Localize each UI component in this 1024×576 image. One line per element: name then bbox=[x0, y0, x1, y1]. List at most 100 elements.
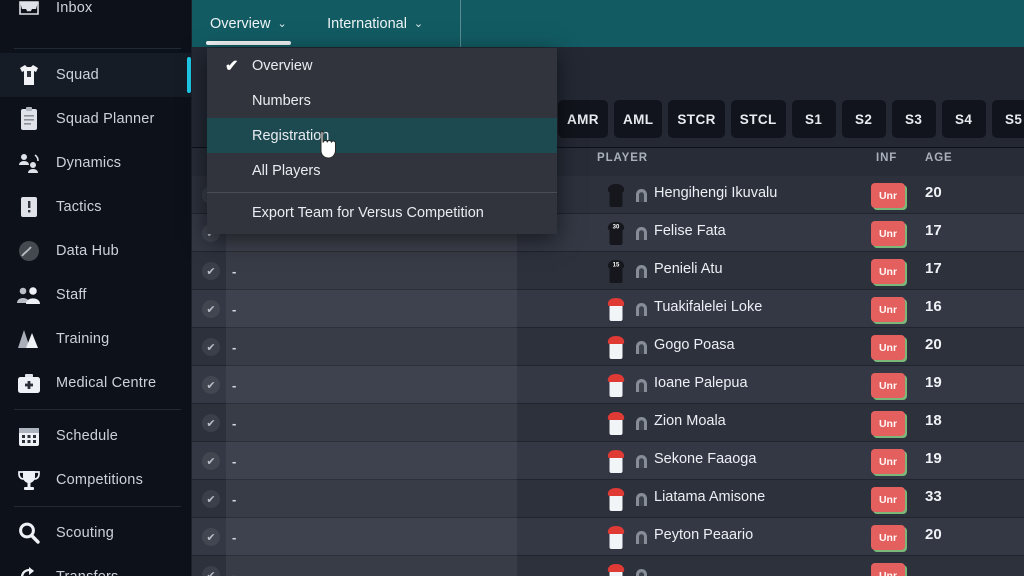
sidebar-item-scouting[interactable]: Scouting bbox=[0, 511, 191, 555]
player-name[interactable]: Liatama Amisone bbox=[654, 489, 765, 505]
column-header-inf[interactable]: INF bbox=[876, 152, 897, 164]
player-name[interactable]: Felise Fata bbox=[654, 223, 726, 239]
menu-item-label: All Players bbox=[252, 162, 321, 179]
sidebar-item-label: Dynamics bbox=[56, 155, 122, 171]
status-badge[interactable]: Unr bbox=[871, 183, 907, 210]
tab-international[interactable]: International ⌄ bbox=[309, 0, 441, 47]
position-chip-stcl[interactable]: STCL bbox=[730, 100, 786, 138]
status-badge[interactable]: Unr bbox=[871, 563, 907, 576]
column-header-age[interactable]: AGE bbox=[925, 152, 953, 164]
player-shirt-icon: 30 bbox=[604, 221, 628, 246]
menu-item-registration[interactable]: Registration bbox=[207, 118, 557, 153]
sidebar-item-squad[interactable]: Squad bbox=[0, 53, 191, 97]
row-select-check-icon[interactable]: ✔ bbox=[202, 376, 220, 394]
status-badge-label: Unr bbox=[871, 335, 905, 360]
table-row[interactable]: ✔ - Peyton Peaario Unr 20 bbox=[192, 518, 1024, 556]
sidebar-item-label: Schedule bbox=[56, 428, 119, 444]
position-chip-s4[interactable]: S4 bbox=[941, 100, 986, 138]
status-badge[interactable]: Unr bbox=[871, 487, 907, 514]
player-shirt-icon bbox=[604, 563, 628, 576]
position-chip-s1[interactable]: S1 bbox=[791, 100, 836, 138]
table-row[interactable]: ✔ - Liatama Amisone Unr 33 bbox=[192, 480, 1024, 518]
player-name[interactable]: Gogo Poasa bbox=[654, 337, 735, 353]
position-chip-aml[interactable]: AML bbox=[613, 100, 663, 138]
player-name[interactable]: Tuakifalelei Loke bbox=[654, 299, 762, 315]
column-header-player[interactable]: PLAYER bbox=[597, 152, 648, 164]
menu-item-export-team-for-versus-competition[interactable]: Export Team for Versus Competition bbox=[207, 195, 557, 230]
status-badge-label: Unr bbox=[871, 183, 905, 208]
row-select-check-icon[interactable]: ✔ bbox=[202, 490, 220, 508]
player-shirt-icon bbox=[604, 373, 628, 398]
sidebar-item-data-hub[interactable]: Data Hub bbox=[0, 229, 191, 273]
squad-table: ✔ Hengihengi Ikuvalu Unr 20 ✔ 30 Felise Fata Un… bbox=[192, 176, 1024, 576]
sidebar-item-transfers[interactable]: Transfers bbox=[0, 555, 191, 576]
table-row[interactable]: ✔ - Zion Moala Unr 18 bbox=[192, 404, 1024, 442]
status-badge[interactable]: Unr bbox=[871, 449, 907, 476]
nationality-flag-icon bbox=[634, 188, 649, 203]
check-icon: ✔ bbox=[225, 58, 239, 75]
table-row[interactable]: ✔ - 15 Penieli Atu Unr 17 bbox=[192, 252, 1024, 290]
sidebar-item-schedule[interactable]: Schedule bbox=[0, 414, 191, 458]
player-shirt-icon bbox=[604, 335, 628, 360]
status-badge[interactable]: Unr bbox=[871, 373, 907, 400]
player-name[interactable]: Penieli Atu bbox=[654, 261, 723, 277]
row-select-check-icon[interactable]: ✔ bbox=[202, 262, 220, 280]
row-position-dash: - bbox=[232, 492, 237, 507]
clipboard-icon bbox=[14, 106, 44, 132]
sidebar-item-tactics[interactable]: Tactics bbox=[0, 185, 191, 229]
tab-overview[interactable]: Overview ⌄ bbox=[192, 0, 305, 47]
row-position-dash: - bbox=[232, 264, 237, 279]
table-row[interactable]: ✔ - Tuakifalelei Loke Unr 16 bbox=[192, 290, 1024, 328]
player-name[interactable]: Ioane Palepua bbox=[654, 375, 748, 391]
sidebar-item-competitions[interactable]: Competitions bbox=[0, 458, 191, 502]
status-badge-label: Unr bbox=[871, 373, 905, 398]
table-row[interactable]: ✔ - Ioane Palepua Unr 19 bbox=[192, 366, 1024, 404]
player-name[interactable]: Zion Moala bbox=[654, 413, 726, 429]
status-badge[interactable]: Unr bbox=[871, 525, 907, 552]
status-badge[interactable]: Unr bbox=[871, 221, 907, 248]
sidebar-item-dynamics[interactable]: Dynamics bbox=[0, 141, 191, 185]
tab-international-label: International bbox=[327, 15, 407, 32]
player-name[interactable]: Sekone Faaoga bbox=[654, 451, 756, 467]
player-name[interactable]: Hengihengi Ikuvalu bbox=[654, 185, 777, 201]
sidebar-item-inbox[interactable]: Inbox bbox=[0, 0, 191, 30]
row-highlight-block bbox=[226, 366, 517, 404]
nationality-flag-icon bbox=[634, 264, 649, 279]
table-row[interactable]: ✔ - Sekone Faaoga Unr 19 bbox=[192, 442, 1024, 480]
sidebar-item-squad-planner[interactable]: Squad Planner bbox=[0, 97, 191, 141]
nationality-flag-icon bbox=[634, 416, 649, 431]
position-chip-stcr[interactable]: STCR bbox=[668, 100, 725, 138]
staff-people-icon bbox=[14, 282, 44, 308]
position-chip-s2[interactable]: S2 bbox=[841, 100, 886, 138]
status-badge[interactable]: Unr bbox=[871, 335, 907, 362]
position-chip-s5[interactable]: S5 bbox=[991, 100, 1024, 138]
row-select-check-icon[interactable]: ✔ bbox=[202, 338, 220, 356]
status-badge[interactable]: Unr bbox=[871, 297, 907, 324]
status-badge[interactable]: Unr bbox=[871, 259, 907, 286]
status-badge-label: Unr bbox=[871, 259, 905, 284]
status-badge-label: Unr bbox=[871, 487, 905, 512]
row-select-check-icon[interactable]: ✔ bbox=[202, 528, 220, 546]
row-select-check-icon[interactable]: ✔ bbox=[202, 414, 220, 432]
table-row[interactable]: ✔ - Unr bbox=[192, 556, 1024, 576]
menu-item-overview[interactable]: ✔ Overview bbox=[207, 48, 557, 83]
training-cone-icon bbox=[14, 326, 44, 352]
position-chip-s3[interactable]: S3 bbox=[891, 100, 936, 138]
row-select-check-icon[interactable]: ✔ bbox=[202, 566, 220, 576]
sidebar-item-staff[interactable]: Staff bbox=[0, 273, 191, 317]
player-name[interactable]: Peyton Peaario bbox=[654, 527, 753, 543]
row-select-check-icon[interactable]: ✔ bbox=[202, 452, 220, 470]
status-badge[interactable]: Unr bbox=[871, 411, 907, 438]
menu-item-numbers[interactable]: Numbers bbox=[207, 83, 557, 118]
sidebar-item-training[interactable]: Training bbox=[0, 317, 191, 361]
status-badge-label: Unr bbox=[871, 297, 905, 322]
status-badge-label: Unr bbox=[871, 449, 905, 474]
table-row[interactable]: ✔ - Gogo Poasa Unr 20 bbox=[192, 328, 1024, 366]
row-highlight-block bbox=[226, 252, 517, 290]
svg-text:30: 30 bbox=[613, 225, 620, 231]
sidebar-item-medical-centre[interactable]: Medical Centre bbox=[0, 361, 191, 405]
menu-item-all-players[interactable]: All Players bbox=[207, 153, 557, 188]
row-select-check-icon[interactable]: ✔ bbox=[202, 300, 220, 318]
position-chip-amr[interactable]: AMR bbox=[558, 100, 608, 138]
shirt-icon bbox=[14, 62, 44, 88]
